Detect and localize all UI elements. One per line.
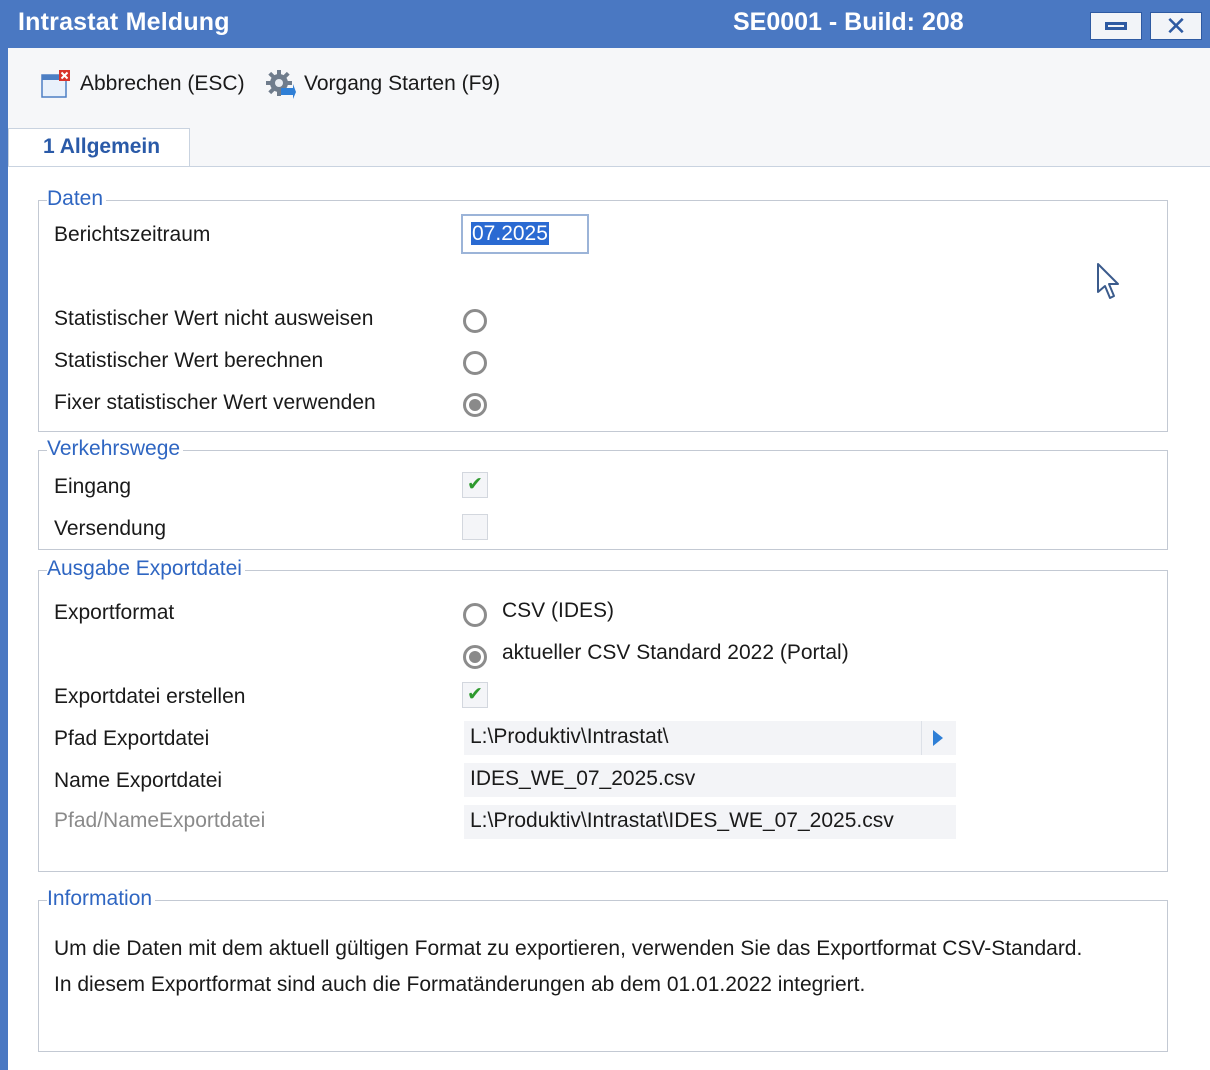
create-exportfile-checkbox[interactable]: ✔ [462,682,488,708]
period-label: Berichtszeitraum [54,223,211,246]
versendung-checkbox[interactable] [462,514,488,540]
eingang-label: Eingang [54,475,132,498]
radio-fixer-wert[interactable] [463,393,487,417]
start-button[interactable]: Vorgang Starten (F9) [264,66,500,102]
window-title: Intrastat Meldung [18,8,230,36]
name-label: Name Exportdatei [54,769,223,792]
title-bar[interactable]: Intrastat Meldung SE0001 - Build: 208 ✕ [0,0,1210,48]
group-verkehrswege: Verkehrswege Eingang ✔ Versendung [38,437,1168,550]
period-input[interactable]: 07.2025 [461,214,589,254]
window-close-icon [40,68,72,100]
eingang-checkbox[interactable]: ✔ [462,472,488,498]
group-ausgabe-exportdatei: Ausgabe Exportdatei Exportformat CSV (ID… [38,557,1168,872]
group-legend: Ausgabe Exportdatei [47,557,245,581]
toolbar: Abbrechen (ESC) Vorgang Starten (F9) [8,48,1210,126]
radio-csv-ides[interactable] [463,603,487,627]
info-line-2: In diesem Exportformat sind auch die For… [54,973,866,996]
path-field[interactable]: L:\Produktiv\Intrastat\ [464,721,956,755]
fullpath-value: L:\Produktiv\Intrastat\IDES_WE_07_2025.c… [470,809,894,832]
option-label: Statistischer Wert nicht ausweisen [54,307,374,330]
path-label: Pfad Exportdatei [54,727,210,750]
path-value: L:\Produktiv\Intrastat\ [470,725,669,748]
option-label: Fixer statistischer Wert verwenden [54,391,376,414]
tab-strip: 1 Allgemein [8,126,1210,167]
create-label: Exportdatei erstellen [54,685,246,708]
name-value: IDES_WE_07_2025.csv [470,767,696,790]
period-value: 07.2025 [471,222,549,245]
info-line-1: Um die Daten mit dem aktuell gültigen Fo… [54,937,1083,960]
dialog-content: Abbrechen (ESC) Vorgang Starten (F9) 1 A… [8,48,1210,1070]
group-legend: Daten [47,187,107,211]
csv-ides-label: CSV (IDES) [502,599,615,622]
group-daten: Daten Berichtszeitraum 07.2025 Statistis… [38,187,1168,432]
group-legend: Verkehrswege [47,437,184,461]
radio-wert-nicht-ausweisen[interactable] [463,309,487,333]
versendung-label: Versendung [54,517,167,540]
radio-csv-standard-2022[interactable] [463,645,487,669]
radio-wert-berechnen[interactable] [463,351,487,375]
exportformat-label: Exportformat [54,601,175,624]
start-label: Vorgang Starten (F9) [304,72,501,95]
option-label: Statistischer Wert berechnen [54,349,324,372]
mouse-pointer-icon [1096,262,1122,307]
fullpath-label: Pfad/NameExportdatei [54,809,266,832]
minimize-button[interactable] [1090,12,1142,40]
fullpath-field: L:\Produktiv\Intrastat\IDES_WE_07_2025.c… [464,805,956,839]
close-icon: ✕ [1165,11,1187,41]
close-button[interactable]: ✕ [1150,11,1202,41]
build-info: SE0001 - Build: 208 [733,8,964,36]
cancel-button[interactable]: Abbrechen (ESC) [40,66,245,102]
minimize-icon [1105,22,1127,30]
gear-start-icon [264,68,296,100]
name-field[interactable]: IDES_WE_07_2025.csv [464,763,956,797]
csv-standard-label: aktueller CSV Standard 2022 (Portal) [502,641,849,664]
group-legend: Information [47,887,156,911]
tab-allgemein[interactable]: 1 Allgemein [8,128,190,166]
group-information: Information Um die Daten mit dem aktuell… [38,887,1168,1052]
cancel-label: Abbrechen (ESC) [80,72,245,95]
triangle-right-icon[interactable] [921,721,956,755]
